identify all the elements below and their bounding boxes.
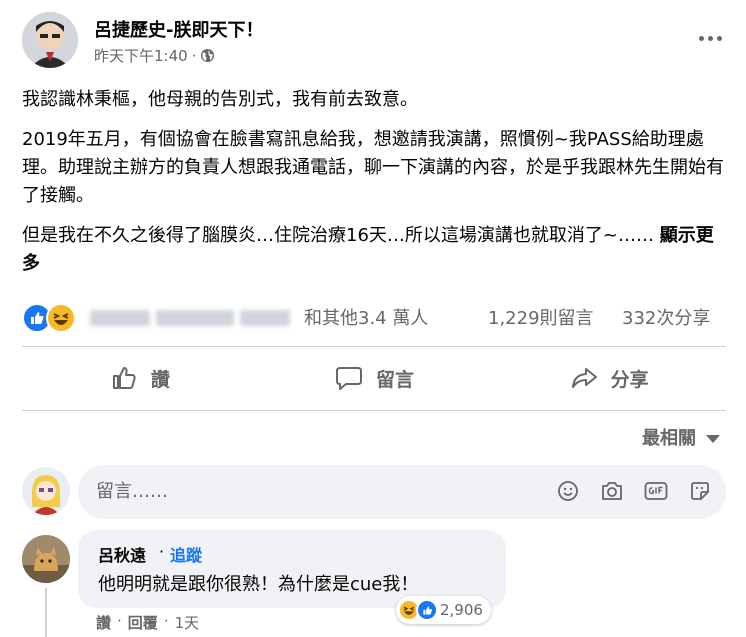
- follow-button[interactable]: 追蹤: [170, 542, 202, 566]
- comment-button[interactable]: 留言: [257, 348, 492, 408]
- like-label: 讚: [150, 368, 170, 391]
- post-body: 我認識林秉樞，他母親的告別式，我有前去致意。 2019年五月，有個協會在臉書寫訊…: [22, 86, 726, 290]
- comment-footer: 讚 · 回覆 · 1天: [96, 612, 199, 633]
- post-meta: 昨天下午1:40 ·: [94, 45, 215, 66]
- share-button[interactable]: 分享: [491, 348, 726, 408]
- thumbs-up-icon: [112, 367, 136, 389]
- comment-author[interactable]: 呂秋遠: [98, 542, 146, 566]
- author-separator: ·: [159, 542, 165, 561]
- comment-label: 留言: [376, 368, 415, 391]
- comment-sort-dropdown[interactable]: 最相關: [642, 424, 720, 450]
- post-header: 呂捷歷史-朕即天下！ 昨天下午1:40 ·: [22, 12, 728, 68]
- sort-label: 最相關: [642, 428, 696, 449]
- divider: [22, 410, 726, 411]
- post-paragraph-text: 但是我在不久之後得了腦膜炎…住院治療16天…所以這場演講也就取消了~……: [22, 225, 654, 246]
- page-name[interactable]: 呂捷歷史-朕即天下！: [94, 16, 263, 42]
- like-button[interactable]: 讚: [22, 348, 257, 408]
- post-paragraph: 2019年五月，有個協會在臉書寫訊息給我，想邀請我演講，照慣例~我PASS給助理…: [22, 129, 724, 206]
- reactions-bar: 和其他3.4 萬人 1,229則留言 332次分享: [22, 300, 726, 336]
- comment-bubble-icon: [336, 367, 362, 390]
- reaction-summary[interactable]: 和其他3.4 萬人: [304, 304, 428, 330]
- comment-input[interactable]: [96, 481, 476, 502]
- divider: [22, 346, 726, 347]
- share-label: 分享: [610, 368, 649, 391]
- comments-count[interactable]: 1,229則留言: [488, 304, 594, 330]
- post-timestamp[interactable]: 昨天下午1:40: [94, 45, 188, 66]
- like-reaction-icon: [416, 599, 438, 621]
- reply-thread-line: [45, 588, 47, 637]
- comment-age[interactable]: 1天: [175, 612, 200, 633]
- camera-icon[interactable]: [600, 479, 624, 503]
- user-avatar[interactable]: [22, 467, 70, 515]
- comment-reply-link[interactable]: 回覆: [128, 612, 158, 633]
- commenter-avatar[interactable]: [22, 535, 70, 583]
- more-options-icon[interactable]: [692, 26, 728, 50]
- shares-count[interactable]: 332次分享: [622, 304, 710, 330]
- post-paragraph: 但是我在不久之後得了腦膜炎…住院治療16天…所以這場演講也就取消了~…… 顯示更…: [22, 222, 726, 278]
- comment-composer[interactable]: [78, 465, 726, 519]
- post-actions: 讚 留言 分享: [22, 348, 726, 408]
- sticker-icon[interactable]: [688, 479, 712, 503]
- reaction-icons[interactable]: [22, 303, 80, 333]
- meta-separator: ·: [191, 46, 197, 65]
- footer-separator: ·: [163, 612, 169, 630]
- caret-down-icon: [706, 434, 720, 443]
- globe-icon: [201, 48, 215, 63]
- comment-text: 他明明就是跟你很熟！為什麼是cue我！: [98, 574, 419, 595]
- page-avatar[interactable]: [22, 12, 78, 68]
- footer-separator: ·: [117, 612, 122, 630]
- share-arrow-icon: [571, 368, 597, 388]
- comment-reactions[interactable]: 2,906: [396, 596, 491, 624]
- gif-icon[interactable]: [644, 479, 668, 503]
- haha-reaction-icon: [46, 303, 76, 333]
- comment-reaction-count: 2,906: [440, 601, 483, 619]
- comment-like-link[interactable]: 讚: [96, 612, 111, 633]
- composer-tools: [556, 479, 712, 503]
- reactor-names-blurred: [90, 308, 300, 328]
- emoji-icon[interactable]: [556, 479, 580, 503]
- post-paragraph: 我認識林秉樞，他母親的告別式，我有前去致意。: [22, 89, 418, 110]
